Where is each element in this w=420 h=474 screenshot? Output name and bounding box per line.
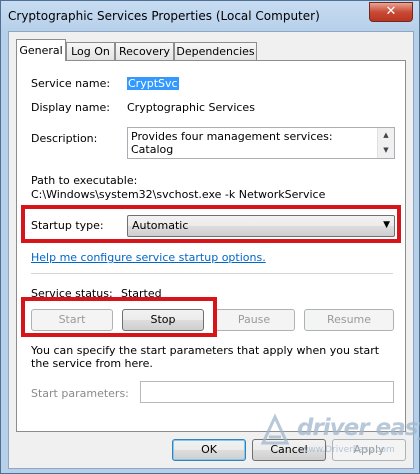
description-scrollbar[interactable]: ▲ ▼	[377, 128, 394, 158]
tab-dependencies[interactable]: Dependencies	[174, 42, 257, 60]
resume-button[interactable]: Resume	[304, 309, 394, 331]
service-name-text: CryptSvc	[127, 77, 179, 90]
display-name-value[interactable]: Cryptographic Services	[127, 101, 255, 114]
start-params-label: Start parameters:	[31, 387, 129, 400]
display-name-label: Display name:	[31, 101, 110, 114]
service-name-label: Service name:	[31, 77, 111, 90]
path-value: C:\Windows\system32\svchost.exe -k Netwo…	[31, 188, 326, 201]
tab-log-on[interactable]: Log On	[66, 42, 115, 60]
window-title: Cryptographic Services Properties (Local…	[8, 9, 320, 23]
scroll-up-icon[interactable]: ▲	[378, 128, 394, 143]
watermark-name: driver easy	[297, 415, 420, 441]
separator	[31, 273, 393, 274]
description-label: Description:	[31, 132, 98, 145]
start-params-note: You can specify the start parameters tha…	[31, 344, 380, 370]
tab-recovery[interactable]: Recovery	[115, 42, 174, 60]
scroll-down-icon[interactable]: ▼	[378, 143, 394, 158]
tab-general[interactable]: General	[16, 39, 66, 61]
general-tab-panel: Service name: CryptSvc Display name: Cry…	[16, 60, 406, 432]
description-text: Provides four management services: Catal…	[131, 130, 339, 158]
driver-easy-logo-icon	[260, 413, 290, 445]
path-label: Path to executable:	[31, 174, 138, 187]
ok-button[interactable]: OK	[172, 439, 246, 461]
close-icon: ✕	[385, 4, 397, 19]
watermark-url: www.DriverEasy.com	[301, 445, 395, 455]
service-name-value[interactable]: CryptSvc	[127, 77, 179, 90]
help-configure-link[interactable]: Help me configure service startup option…	[31, 251, 266, 264]
start-params-input[interactable]	[140, 381, 394, 403]
dialog-client: General Log On Recovery Dependencies Ser…	[8, 31, 414, 469]
watermark: driver easy www.DriverEasy.com	[255, 409, 420, 461]
pause-button[interactable]: Pause	[213, 309, 295, 331]
service-control-highlight-box	[21, 297, 217, 337]
title-bar[interactable]: Cryptographic Services Properties (Local…	[1, 1, 419, 31]
startup-type-highlight-box	[21, 205, 401, 243]
close-button[interactable]: ✕	[369, 2, 413, 22]
properties-dialog: Cryptographic Services Properties (Local…	[0, 0, 420, 474]
description-textbox[interactable]: Provides four management services: Catal…	[127, 127, 395, 159]
